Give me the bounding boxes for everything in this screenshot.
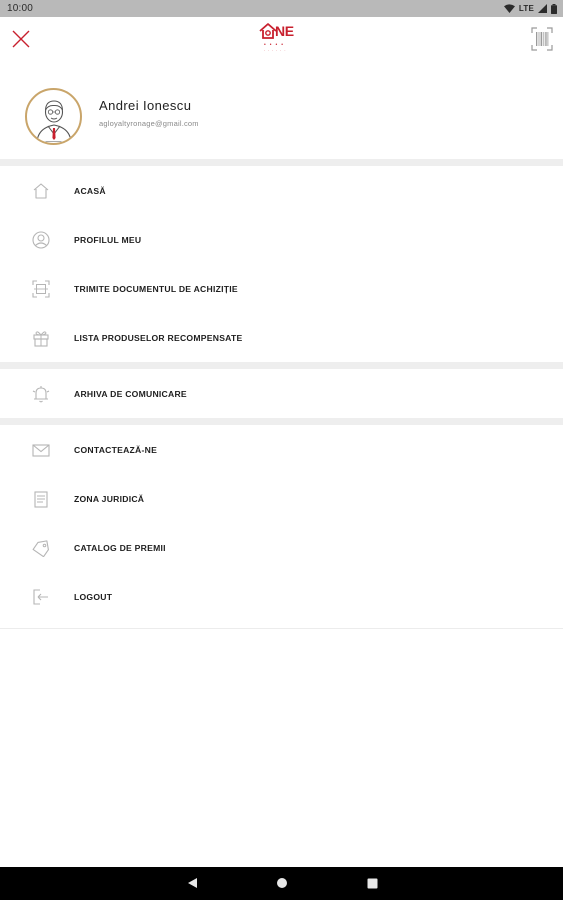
menu-label: CONTACTEAZĂ-NE (74, 444, 158, 455)
logo: NE • • • • · · · · · · (258, 21, 304, 57)
avatar (25, 88, 82, 145)
document-icon (31, 489, 51, 509)
recents-square-icon (367, 878, 377, 888)
status-bar: 10:00 LTE (0, 0, 563, 17)
status-time: 10:00 (7, 3, 34, 14)
battery-icon (551, 3, 557, 14)
close-icon (12, 30, 30, 48)
logo-text: NE (275, 23, 294, 39)
menu-label: ARHIVA DE COMUNICARE (74, 388, 187, 399)
user-icon (31, 230, 51, 250)
menu-item-acasa[interactable]: ACASĂ (0, 166, 563, 215)
menu-label: CATALOG DE PREMII (74, 542, 166, 553)
mail-icon (31, 440, 51, 460)
home-button[interactable] (275, 876, 289, 890)
logout-icon (31, 587, 51, 607)
user-name: Andrei Ionescu (99, 98, 192, 113)
menu-item-zona-juridica[interactable]: ZONA JURIDICĂ (0, 474, 563, 523)
menu-item-contacteaza[interactable]: CONTACTEAZĂ-NE (0, 425, 563, 474)
recents-button[interactable] (365, 876, 379, 890)
menu-label: LISTA PRODUSELOR RECOMPENSATE (74, 332, 243, 343)
system-navigation-bar (0, 867, 563, 900)
section-divider (0, 418, 563, 425)
menu-item-profilul-meu[interactable]: PROFILUL MEU (0, 215, 563, 264)
menu-label: LOGOUT (74, 591, 113, 602)
menu-item-catalog-premii[interactable]: CATALOG DE PREMII (0, 523, 563, 572)
home-circle-icon (277, 878, 287, 888)
wifi-icon (503, 4, 515, 13)
menu-label: PROFILUL MEU (74, 234, 142, 245)
barcode-scan-icon (531, 27, 553, 51)
menu-item-logout[interactable]: LOGOUT (0, 572, 563, 621)
section-divider (0, 159, 563, 166)
menu-label: ACASĂ (74, 185, 106, 196)
signal-icon (538, 4, 547, 13)
menu-item-lista-produse[interactable]: LISTA PRODUSELOR RECOMPENSATE (0, 313, 563, 362)
user-email: agloyaltyronage@gmail.com (99, 119, 199, 128)
network-label: LTE (518, 4, 534, 13)
tag-icon (31, 538, 51, 558)
top-bar: NE • • • • · · · · · · (0, 17, 563, 61)
profile-header[interactable]: Andrei Ionescu agloyaltyronage@gmail.com (0, 61, 563, 159)
menu-label: ZONA JURIDICĂ (74, 493, 145, 504)
menu-label: TRIMITE DOCUMENTUL DE ACHIZIȚIE (74, 283, 238, 294)
status-icons: LTE (503, 2, 557, 15)
back-button[interactable] (185, 876, 199, 890)
bell-icon (31, 384, 51, 404)
user-avatar-icon (35, 99, 72, 142)
scan-icon (31, 279, 51, 299)
menu-bottom-divider (0, 628, 563, 629)
section-divider (0, 362, 563, 369)
back-triangle-icon (187, 878, 197, 888)
close-button[interactable] (7, 25, 35, 53)
menu-item-arhiva-comunicare[interactable]: ARHIVA DE COMUNICARE (0, 369, 563, 418)
logo-tagline: · · · · · · (264, 48, 287, 53)
gift-icon (31, 328, 51, 348)
home-icon (31, 181, 51, 201)
menu-item-trimite-document[interactable]: TRIMITE DOCUMENTUL DE ACHIZIȚIE (0, 264, 563, 313)
barcode-scan-button[interactable] (529, 24, 555, 54)
